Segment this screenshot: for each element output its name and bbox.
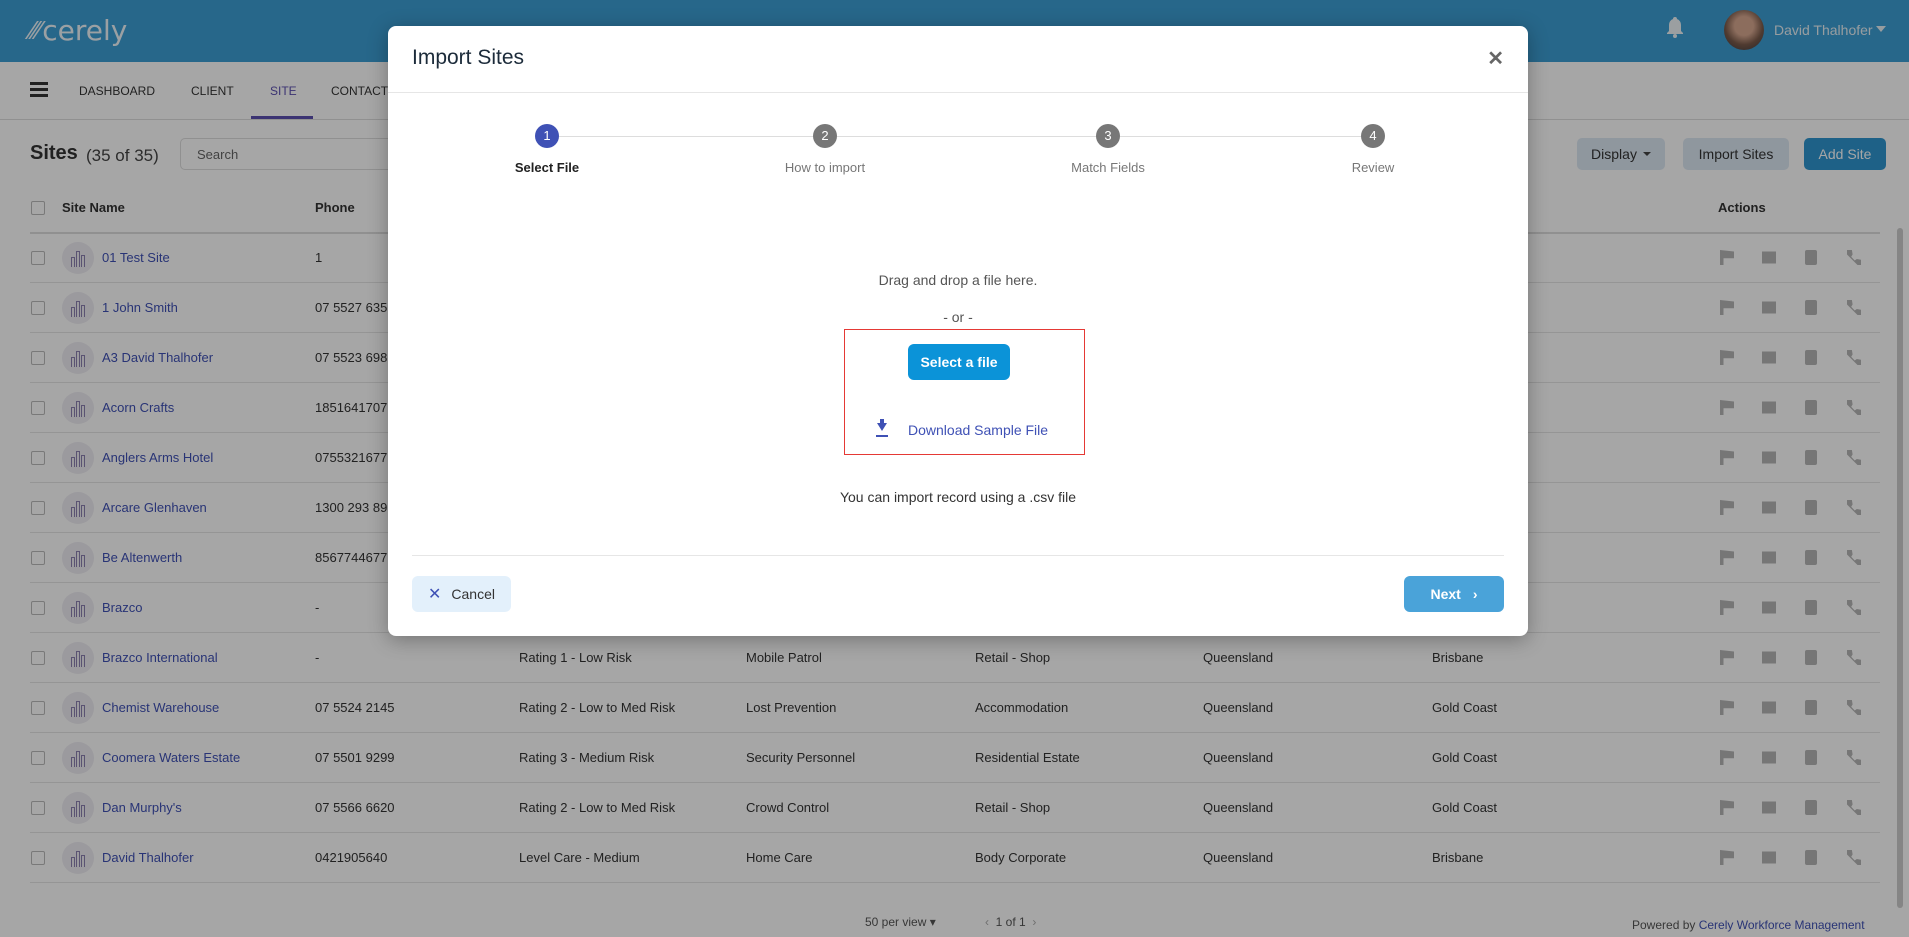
step-number: 4: [1361, 124, 1385, 148]
next-label: Next: [1430, 586, 1461, 602]
download-sample-link[interactable]: Download Sample File: [876, 419, 1049, 438]
import-sites-modal: Import Sites ✕ 1 Select File 2 How to impo…: [388, 26, 1528, 636]
close-icon[interactable]: ✕: [1487, 46, 1504, 71]
step-label: Review: [1351, 160, 1395, 175]
csv-hint: You can import record using a .csv file: [839, 489, 1077, 505]
download-icon: [876, 419, 888, 437]
step-number: 3: [1096, 124, 1120, 148]
close-icon: ✕: [428, 586, 442, 603]
select-file-button[interactable]: Select a file: [908, 344, 1010, 380]
or-separator: - or -: [943, 309, 973, 325]
modal-footer-divider: [412, 555, 1504, 556]
step-match-fields: 3 Match Fields: [1008, 124, 1208, 175]
next-button[interactable]: Next ›: [1404, 576, 1504, 612]
chevron-right-icon: ›: [1472, 586, 1478, 602]
modal-header-divider: [388, 92, 1528, 93]
step-label: Match Fields: [1071, 160, 1145, 175]
step-label: How to import: [784, 160, 866, 175]
drop-zone-text[interactable]: Drag and drop a file here.: [388, 272, 1528, 288]
cancel-button[interactable]: ✕ Cancel: [412, 576, 511, 612]
step-review: 4 Review: [1273, 124, 1473, 175]
step-select-file: 1 Select File: [447, 124, 647, 175]
step-number: 2: [813, 124, 837, 148]
step-label: Select File: [514, 160, 580, 175]
cancel-label: Cancel: [451, 586, 495, 602]
download-label: Download Sample File: [908, 422, 1049, 438]
step-number: 1: [535, 124, 559, 148]
step-how-to-import: 2 How to import: [725, 124, 925, 175]
modal-title: Import Sites: [412, 46, 525, 69]
